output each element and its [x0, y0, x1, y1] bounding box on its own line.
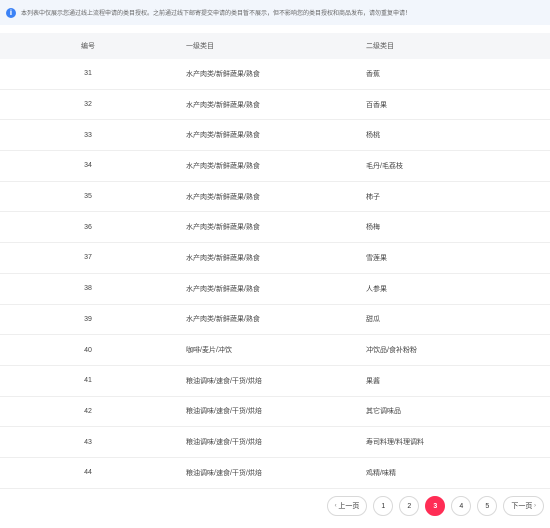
table-row: 31 水产肉类/新鲜蔬果/熟食 香蕉	[0, 59, 550, 90]
prev-page-label: 上一页	[338, 503, 360, 510]
table-header: 编号 一级类目 二级类目	[0, 33, 550, 59]
cell-id: 32	[84, 101, 92, 109]
cell-secondary-category: 杨桃	[366, 132, 380, 140]
table-row: 36 水产肉类/新鲜蔬果/熟食 杨梅	[0, 212, 550, 244]
cell-id: 40	[84, 346, 92, 354]
category-table: 编号 一级类目 二级类目 31 水产肉类/新鲜蔬果/熟食 香蕉 32 水产肉类/新鲜蔬果…	[0, 33, 550, 489]
table-row: 44 粮油调味/速食/干货/烘焙 鸡精/味精	[0, 458, 550, 489]
cell-id: 36	[84, 223, 92, 231]
cell-id: 44	[84, 469, 92, 477]
prev-page-button[interactable]: ‹ 上一页	[326, 496, 368, 516]
cell-secondary-category: 毛丹/毛荔枝	[366, 162, 403, 170]
page-button-1[interactable]: 1	[373, 496, 394, 516]
cell-secondary-category: 冲饮品/食补粉粉	[366, 347, 417, 355]
header-id: 编号	[81, 43, 95, 50]
cell-secondary-category: 百香果	[366, 101, 387, 109]
cell-secondary-category: 甜瓜	[366, 316, 380, 324]
page-button-5[interactable]: 5	[477, 496, 498, 516]
cell-id: 39	[84, 315, 92, 323]
table-row: 39 水产肉类/新鲜蔬果/熟食 甜瓜	[0, 305, 550, 336]
cell-primary-category: 水产肉类/新鲜蔬果/熟食	[186, 254, 260, 262]
cell-primary-category: 水产肉类/新鲜蔬果/熟食	[186, 132, 260, 140]
cell-id: 31	[84, 70, 92, 78]
table-row: 32 水产肉类/新鲜蔬果/熟食 百香果	[0, 90, 550, 121]
cell-primary-category: 水产肉类/新鲜蔬果/熟食	[186, 162, 260, 170]
cell-primary-category: 水产肉类/新鲜蔬果/熟食	[186, 224, 260, 232]
cell-id: 35	[84, 193, 92, 201]
cell-secondary-category: 香蕉	[366, 70, 380, 78]
cell-primary-category: 粮油调味/速食/干货/烘焙	[186, 408, 262, 416]
cell-primary-category: 水产肉类/新鲜蔬果/熟食	[186, 285, 260, 293]
cell-id: 34	[84, 162, 92, 170]
cell-secondary-category: 柿子	[366, 193, 380, 201]
cell-secondary-category: 人参果	[366, 285, 387, 293]
table-row: 38 水产肉类/新鲜蔬果/熟食 人参果	[0, 274, 550, 305]
cell-primary-category: 水产肉类/新鲜蔬果/熟食	[186, 193, 260, 201]
table-row: 40 咖啡/麦片/冲饮 冲饮品/食补粉粉	[0, 335, 550, 366]
cell-id: 43	[84, 438, 92, 446]
pagination: ‹ 上一页 1 2 3 4 5 下一页 ›	[326, 496, 544, 516]
table-row: 43 粮油调味/速食/干货/烘焙 寿司料理/料理调料	[0, 427, 550, 458]
page-button-3-current[interactable]: 3	[425, 496, 446, 516]
next-page-button[interactable]: 下一页 ›	[503, 496, 544, 516]
chevron-right-icon: ›	[532, 503, 536, 509]
cell-primary-category: 咖啡/麦片/冲饮	[186, 347, 232, 355]
table-row: 37 水产肉类/新鲜蔬果/熟食 雪莲果	[0, 243, 550, 274]
header-secondary-category: 二级类目	[366, 43, 394, 50]
page-button-4[interactable]: 4	[451, 496, 472, 516]
cell-primary-category: 水产肉类/新鲜蔬果/熟食	[186, 101, 260, 109]
table-row: 34 水产肉类/新鲜蔬果/熟食 毛丹/毛荔枝	[0, 151, 550, 182]
cell-secondary-category: 雪莲果	[366, 254, 387, 262]
header-primary-category: 一级类目	[186, 43, 214, 50]
cell-secondary-category: 杨梅	[366, 224, 380, 232]
cell-primary-category: 粮油调味/速食/干货/烘焙	[186, 377, 262, 385]
cell-id: 33	[84, 131, 92, 139]
cell-id: 38	[84, 285, 92, 293]
next-page-label: 下一页	[511, 503, 533, 510]
cell-primary-category: 粮油调味/速食/干货/烘焙	[186, 439, 262, 447]
cell-id: 37	[84, 254, 92, 262]
cell-secondary-category: 其它调味品	[366, 408, 401, 416]
table-row: 41 粮油调味/速食/干货/烘焙 果酱	[0, 366, 550, 397]
cell-primary-category: 粮油调味/速食/干货/烘焙	[186, 469, 262, 477]
page-button-2[interactable]: 2	[399, 496, 420, 516]
table-body: 31 水产肉类/新鲜蔬果/熟食 香蕉 32 水产肉类/新鲜蔬果/熟食 百香果 33 水产肉类/…	[0, 59, 550, 489]
notice-text: 本列表中仅展示您通过线上流程申请的类目授权。之前通过线下邮寄提交申请的类目暂不展…	[21, 11, 412, 17]
table-row: 35 水产肉类/新鲜蔬果/熟食 柿子	[0, 182, 550, 213]
cell-secondary-category: 果酱	[366, 377, 380, 385]
table-row: 33 水产肉类/新鲜蔬果/熟食 杨桃	[0, 120, 550, 152]
notice-bar: i 本列表中仅展示您通过线上流程申请的类目授权。之前通过线下邮寄提交申请的类目暂…	[0, 0, 550, 25]
info-icon: i	[6, 7, 16, 18]
cell-primary-category: 水产肉类/新鲜蔬果/熟食	[186, 316, 260, 324]
cell-id: 42	[84, 407, 92, 415]
cell-id: 41	[84, 377, 92, 385]
cell-primary-category: 水产肉类/新鲜蔬果/熟食	[186, 70, 260, 78]
cell-secondary-category: 鸡精/味精	[366, 469, 396, 477]
cell-secondary-category: 寿司料理/料理调料	[366, 439, 424, 447]
table-row: 42 粮油调味/速食/干货/烘焙 其它调味品	[0, 397, 550, 428]
